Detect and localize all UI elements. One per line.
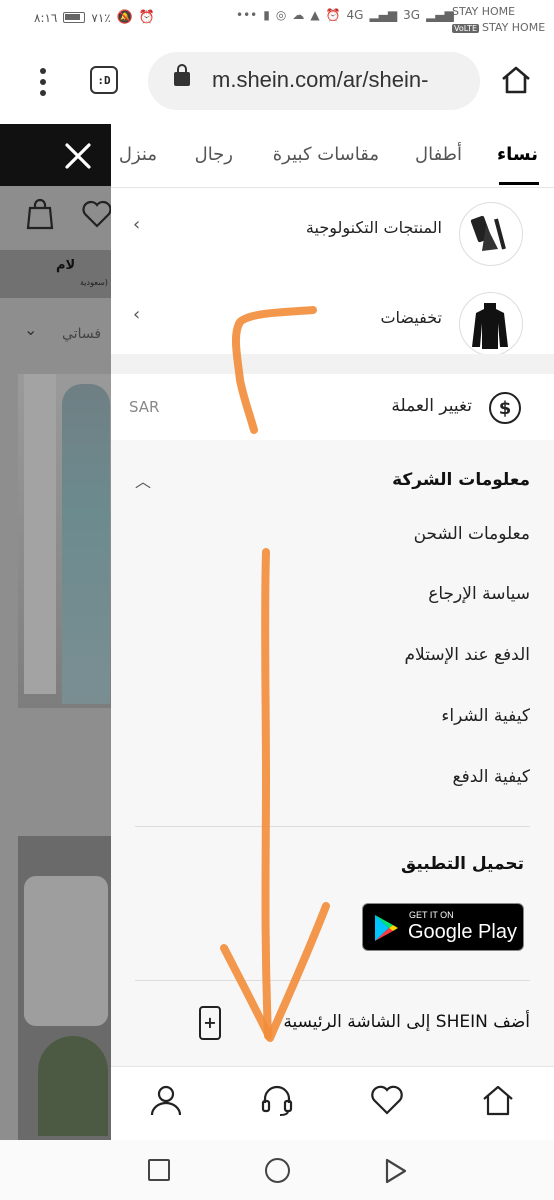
tab-men[interactable]: رجال xyxy=(195,144,233,165)
dollar-icon: $ xyxy=(489,392,521,424)
currency-label: تغيير العملة xyxy=(391,396,472,416)
chevron-down-icon: ⌄ xyxy=(24,320,38,339)
add-to-home-label[interactable]: أضف SHEIN إلى الشاشة الرئيسية xyxy=(283,1012,530,1032)
customer-service-icon[interactable] xyxy=(260,1083,294,1117)
chevron-right-icon: ‹ xyxy=(133,304,141,325)
navigation-drawer: نساء أطفال مقاسات كبيرة رجال منزل المنتج… xyxy=(111,124,554,1140)
status-mid: ••• ▮ ◎ ☁ ▲ ⏰ 4G ▂▄▆ 3G ▂▄▆ xyxy=(236,8,454,22)
carrier-2: STAY HOME xyxy=(482,21,546,34)
home-nav-icon[interactable] xyxy=(481,1083,515,1117)
background-page-overlay[interactable]: لام سعودية) ⌄ فساتي xyxy=(0,124,111,1140)
currency-value: SAR xyxy=(129,398,160,416)
background-banner: لام سعودية) xyxy=(0,250,111,298)
active-tab-indicator xyxy=(499,182,539,185)
product-image-dress xyxy=(18,374,111,708)
app-download-title: تحميل التطبيق xyxy=(401,854,524,874)
more-notifications-icon: ••• xyxy=(236,8,258,22)
network-4g: 4G xyxy=(346,8,364,22)
link-cash-on-delivery[interactable]: الدفع عند الإستلام xyxy=(405,645,530,665)
status-bar: ٨:١٦ ٧١٪ 🔕 ⏰ ••• ▮ ◎ ☁ ▲ ⏰ 4G ▂▄▆ 3G ▂▄▆… xyxy=(0,0,554,40)
tabs-button[interactable]: :D xyxy=(90,66,118,94)
tab-home[interactable]: منزل xyxy=(119,144,157,165)
tab-plus-size[interactable]: مقاسات كبيرة xyxy=(273,144,379,165)
google-play-small-text: GET IT ON xyxy=(409,910,454,920)
black-sweater-thumbnail xyxy=(459,292,523,356)
add-to-phone-icon[interactable]: + xyxy=(199,1006,221,1040)
link-how-to-buy[interactable]: كيفية الشراء xyxy=(441,706,530,726)
drawer-close-bar xyxy=(0,124,111,186)
hotspot-icon: ◎ xyxy=(275,8,287,22)
battery-alert-icon: ▮ xyxy=(263,8,270,22)
google-play-icon xyxy=(375,915,398,941)
shopping-bag-icon xyxy=(26,198,54,230)
product-image-shirt xyxy=(18,836,111,1140)
cloud-icon: ☁ xyxy=(292,8,305,22)
menu-item-tech[interactable]: المنتجات التكنولوجية ‹ xyxy=(111,188,554,278)
background-header xyxy=(0,186,111,250)
account-icon[interactable] xyxy=(149,1083,183,1117)
company-info-heading[interactable]: معلومات الشركة xyxy=(392,470,530,490)
google-play-button[interactable]: GET IT ON Google Play xyxy=(362,903,524,951)
home-icon[interactable] xyxy=(500,64,532,96)
chevron-right-icon: ‹ xyxy=(133,214,141,235)
bottom-navigation xyxy=(111,1066,554,1140)
system-navigation-bar xyxy=(0,1140,554,1200)
url-text[interactable]: m.shein.com/ar/shein- xyxy=(212,67,428,93)
divider xyxy=(135,980,530,981)
signal-icon: ▂▄▆ xyxy=(369,8,398,22)
network-3g: 3G xyxy=(403,8,421,22)
battery-percent: ٧١٪ xyxy=(91,10,111,25)
divider xyxy=(135,826,530,827)
back-icon[interactable] xyxy=(384,1158,408,1184)
tab-kids[interactable]: أطفال xyxy=(415,144,462,165)
volte-badge: VoLTE xyxy=(452,24,480,33)
category-tabs: نساء أطفال مقاسات كبيرة رجال منزل xyxy=(111,124,554,188)
link-return-policy[interactable]: سياسة الإرجاع xyxy=(428,584,530,604)
clock: ٨:١٦ xyxy=(34,10,58,25)
banner-sub: سعودية) xyxy=(80,278,108,287)
menu-item-label: المنتجات التكنولوجية xyxy=(305,218,442,237)
company-info-section: معلومات الشركة ︿ معلومات الشحن سياسة الإ… xyxy=(111,440,554,1140)
carrier-info: STAY HOME VoLTE STAY HOME xyxy=(452,4,545,37)
section-divider xyxy=(111,354,554,374)
menu-kebab-icon[interactable] xyxy=(36,68,50,96)
chevron-up-icon[interactable]: ︿ xyxy=(135,468,151,492)
recents-icon[interactable] xyxy=(148,1159,170,1181)
status-left: ٨:١٦ ٧١٪ 🔕 ⏰ xyxy=(34,10,155,25)
address-bar[interactable]: m.shein.com/ar/shein- xyxy=(148,52,480,110)
currency-selector[interactable]: $ تغيير العملة SAR xyxy=(111,374,554,440)
link-shipping-info[interactable]: معلومات الشحن xyxy=(414,524,530,544)
heart-icon xyxy=(82,200,111,228)
lock-icon xyxy=(174,64,190,86)
browser-toolbar: :D m.shein.com/ar/shein- xyxy=(0,40,554,124)
menu-item-label: تخفيضات xyxy=(380,308,442,327)
close-icon[interactable] xyxy=(60,138,96,174)
google-play-big-text: Google Play xyxy=(408,921,517,943)
wishlist-heart-icon[interactable] xyxy=(370,1083,404,1117)
mute-icon: 🔕 xyxy=(116,10,133,25)
carrier-1: STAY HOME xyxy=(452,5,516,18)
alarm-icon: ⏰ xyxy=(138,10,156,25)
filter-text: فساتي xyxy=(62,326,102,342)
warning-icon: ▲ xyxy=(310,8,320,22)
tab-women[interactable]: نساء xyxy=(497,144,538,165)
home-circle-icon[interactable] xyxy=(265,1158,290,1183)
alarm-icon-2: ⏰ xyxy=(325,8,341,22)
phone-stand-thumbnail xyxy=(459,202,523,266)
signal-icon-2: ▂▄▆ xyxy=(426,8,454,22)
battery-icon xyxy=(63,12,86,23)
link-how-to-pay[interactable]: كيفية الدفع xyxy=(453,767,530,787)
background-filter: ⌄ فساتي xyxy=(0,314,111,354)
banner-text: لام xyxy=(56,258,76,273)
